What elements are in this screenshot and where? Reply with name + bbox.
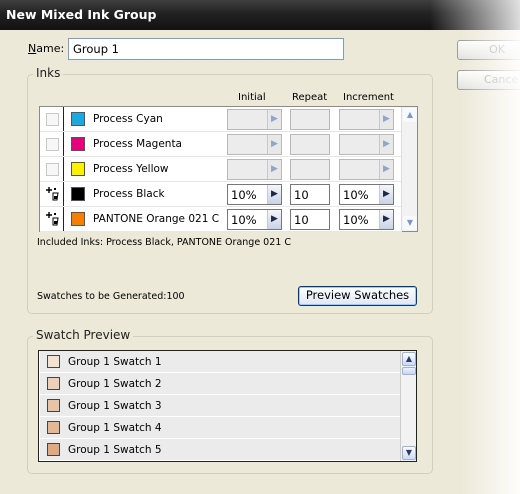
include-cell[interactable]: [40, 132, 64, 156]
ink-row: Process Black 10% ▶ 10 10% ▶: [40, 182, 402, 207]
name-label: Name:: [28, 42, 65, 55]
swatch-name: Group 1 Swatch 5: [68, 444, 162, 456]
chevron-right-icon: ▶: [379, 135, 393, 154]
chevron-right-icon: ▶: [379, 160, 393, 179]
initial-field[interactable]: 10% ▶: [227, 184, 282, 205]
ink-row: PANTONE Orange 021 C 10% ▶ 10 10% ▶: [40, 207, 402, 232]
dialog-window: New Mixed Ink Group Name: Group 1 OK Can…: [0, 0, 520, 494]
swatches-count-text: Swatches to be Generated:100: [37, 291, 185, 302]
initial-field: ▶: [227, 159, 282, 180]
preview-swatches-button[interactable]: Preview Swatches: [298, 286, 417, 306]
list-item[interactable]: Group 1 Swatch 1: [40, 351, 402, 373]
ink-name: Process Black: [93, 188, 165, 200]
swatch-name: Group 1 Swatch 1: [68, 356, 162, 368]
scroll-thumb[interactable]: [402, 367, 416, 375]
include-cell[interactable]: [40, 182, 64, 206]
increment-field[interactable]: 10% ▶: [339, 209, 394, 230]
ink-swatch: [71, 162, 85, 176]
chevron-right-icon[interactable]: ▶: [379, 210, 393, 229]
include-checkbox[interactable]: [46, 138, 59, 151]
repeat-field[interactable]: 10: [290, 184, 330, 205]
list-item[interactable]: Group 1 Swatch 5: [40, 439, 402, 461]
ink-swatch: [71, 112, 85, 126]
chevron-right-icon: ▶: [379, 110, 393, 129]
swatch-scrollbar[interactable]: ▲ ▼: [400, 351, 416, 461]
swatch-color: [47, 421, 60, 434]
swatch-name: Group 1 Swatch 3: [68, 400, 162, 412]
ink-name: PANTONE Orange 021 C: [93, 213, 220, 225]
chevron-right-icon[interactable]: ▶: [267, 185, 281, 204]
scroll-down-icon[interactable]: ▼: [403, 216, 417, 230]
increment-field[interactable]: 10% ▶: [339, 184, 394, 205]
chevron-right-icon[interactable]: ▶: [267, 210, 281, 229]
title-bar[interactable]: New Mixed Ink Group: [0, 0, 520, 30]
ink-swatch: [71, 187, 85, 201]
ok-button[interactable]: OK: [457, 40, 520, 60]
include-cell[interactable]: [40, 207, 64, 231]
chevron-right-icon: ▶: [267, 160, 281, 179]
repeat-field: [290, 159, 330, 180]
include-checkbox[interactable]: [46, 163, 59, 176]
include-checkbox[interactable]: [46, 113, 59, 126]
swatch-color: [47, 377, 60, 390]
mix-ink-icon[interactable]: [45, 186, 59, 201]
inks-group-label: Inks: [33, 66, 64, 80]
repeat-field: [290, 134, 330, 155]
inks-grid: Process Cyan ▶ ▶ Process Magenta ▶ ▶ Pro…: [39, 106, 418, 232]
list-item[interactable]: Group 1 Swatch 3: [40, 395, 402, 417]
scroll-down-icon[interactable]: ▼: [402, 446, 416, 460]
list-item[interactable]: Group 1 Swatch 2: [40, 373, 402, 395]
swatch-color: [47, 443, 60, 456]
initial-field[interactable]: 10% ▶: [227, 209, 282, 230]
include-cell[interactable]: [40, 157, 64, 181]
swatch-color: [47, 355, 60, 368]
scroll-up-icon[interactable]: ▲: [403, 108, 417, 122]
chevron-right-icon[interactable]: ▶: [379, 185, 393, 204]
chevron-right-icon: ▶: [267, 135, 281, 154]
chevron-right-icon: ▶: [267, 110, 281, 129]
initial-field: ▶: [227, 109, 282, 130]
name-input[interactable]: Group 1: [68, 38, 344, 60]
ink-name: Process Yellow: [93, 163, 169, 175]
increment-field: ▶: [339, 134, 394, 155]
swatch-name: Group 1 Swatch 4: [68, 422, 162, 434]
column-header-repeat: Repeat: [292, 92, 328, 103]
increment-field: ▶: [339, 109, 394, 130]
swatch-preview-label: Swatch Preview: [33, 328, 134, 342]
ink-swatch: [71, 212, 85, 226]
swatch-color: [47, 399, 60, 412]
swatch-name: Group 1 Swatch 2: [68, 378, 162, 390]
ink-name: Process Cyan: [93, 113, 163, 125]
swatch-preview-list[interactable]: Group 1 Swatch 1 Group 1 Swatch 2 Group …: [38, 350, 417, 462]
scroll-up-icon[interactable]: ▲: [402, 352, 416, 366]
dialog-title: New Mixed Ink Group: [6, 7, 157, 22]
column-header-initial: Initial: [238, 92, 266, 103]
ink-row: Process Cyan ▶ ▶: [40, 107, 402, 132]
ink-row: Process Yellow ▶ ▶: [40, 157, 402, 182]
list-item[interactable]: Group 1 Swatch 4: [40, 417, 402, 439]
initial-field: ▶: [227, 134, 282, 155]
ink-row: Process Magenta ▶ ▶: [40, 132, 402, 157]
repeat-field[interactable]: 10: [290, 209, 330, 230]
include-cell[interactable]: [40, 107, 64, 131]
ink-name: Process Magenta: [93, 138, 182, 150]
mix-ink-icon[interactable]: [45, 211, 59, 226]
cancel-button[interactable]: Cance: [457, 70, 520, 90]
ink-swatch: [71, 137, 85, 151]
inks-scrollbar[interactable]: ▲ ▼: [401, 107, 417, 231]
column-header-increment: Increment: [343, 92, 394, 103]
increment-field: ▶: [339, 159, 394, 180]
included-inks-text: Included Inks: Process Black, PANTONE Or…: [37, 237, 291, 248]
repeat-field: [290, 109, 330, 130]
